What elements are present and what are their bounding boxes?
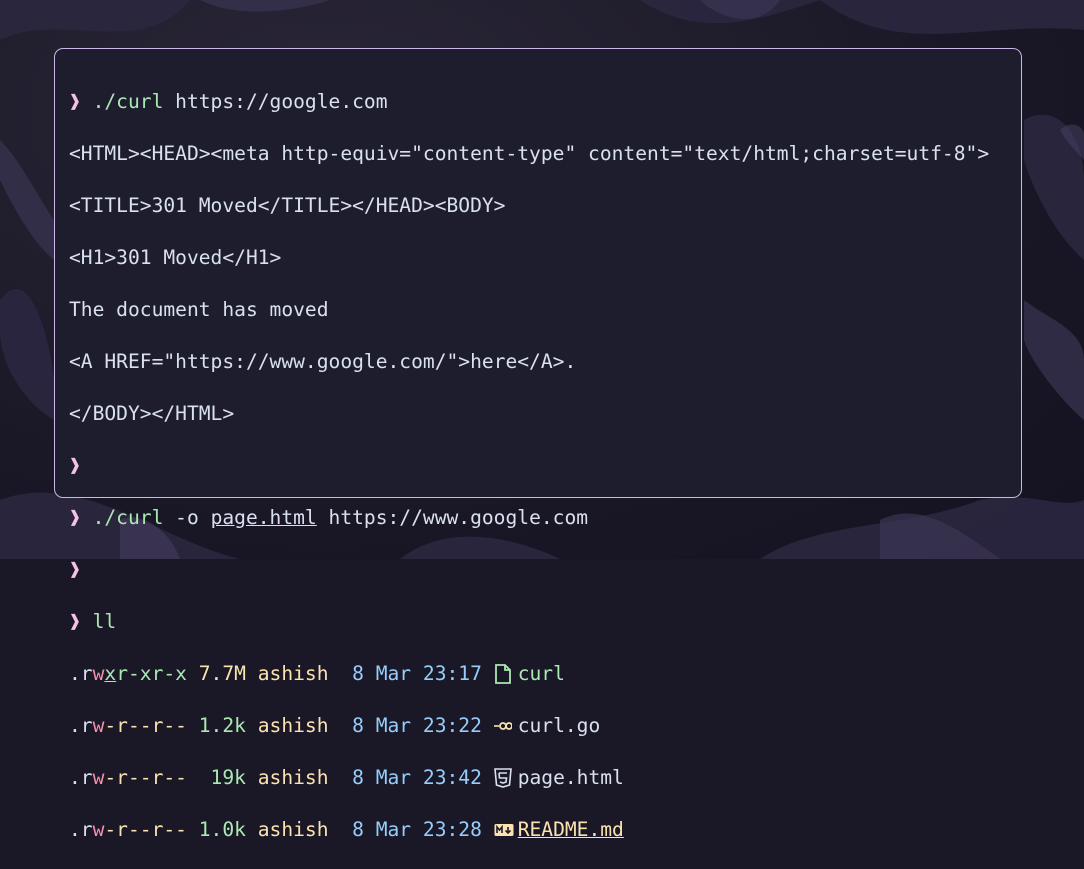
file-size-unit: M bbox=[234, 662, 246, 685]
output-line: </BODY></HTML> bbox=[69, 402, 235, 425]
file-date-day: 8 bbox=[352, 714, 364, 737]
list-item: .rwxr-xr-x 7.7M ashish 8 Mar 23:17 curl bbox=[69, 661, 1021, 687]
output-file-path[interactable]: page.html bbox=[211, 506, 317, 529]
prompt-symbol: ❱ bbox=[69, 454, 81, 477]
output-line: <TITLE>301 Moved</TITLE></HEAD><BODY> bbox=[69, 194, 506, 217]
file-date-month: Mar bbox=[375, 766, 412, 789]
file-time: 23:28 bbox=[422, 818, 482, 841]
file-date-month: Mar bbox=[375, 714, 412, 737]
list-item: .rw-r--r-- 1.0k ashish 8 Mar 23:28 READM… bbox=[69, 817, 1021, 843]
file-owner: ashish bbox=[257, 818, 329, 841]
file-owner: ashish bbox=[257, 766, 329, 789]
permission-rest: r-xr-x bbox=[116, 662, 187, 685]
permission-prefix: .r bbox=[69, 818, 93, 841]
output-line: <H1>301 Moved</H1> bbox=[69, 246, 282, 269]
output-line: <HTML><HEAD><meta http-equiv="content-ty… bbox=[69, 142, 990, 165]
terminal-line-command: ❱ ./curl -o page.html https://www.google… bbox=[69, 505, 1021, 531]
file-name[interactable]: curl bbox=[518, 662, 565, 685]
terminal-window[interactable]: ❱ ./curl https://google.com <HTML><HEAD>… bbox=[54, 48, 1022, 841]
command-name: ll bbox=[92, 610, 117, 633]
file-size: 1.2 bbox=[198, 714, 235, 737]
permission-prefix: .r bbox=[69, 714, 93, 737]
permission-prefix: .r bbox=[69, 766, 93, 789]
command-argument: https://google.com bbox=[175, 90, 388, 113]
file-size: 7.7 bbox=[198, 662, 235, 685]
go-icon bbox=[493, 716, 512, 736]
file-time: 23:17 bbox=[422, 662, 482, 685]
file-time: 23:22 bbox=[422, 714, 482, 737]
html5-icon bbox=[493, 768, 512, 788]
file-size: 1.0 bbox=[198, 818, 235, 841]
prompt-symbol: ❱ bbox=[69, 610, 81, 633]
permission-rest: -r--r-- bbox=[104, 818, 187, 841]
file-icon bbox=[494, 664, 511, 684]
prompt-symbol: ❱ bbox=[69, 90, 81, 113]
file-owner: ashish bbox=[257, 714, 329, 737]
permission-write: w bbox=[92, 662, 105, 685]
file-name[interactable]: README.md bbox=[518, 818, 624, 841]
file-size: 19 bbox=[198, 766, 235, 789]
file-name[interactable]: curl.go bbox=[518, 714, 601, 737]
list-item: .rw-r--r-- 1.2k ashish 8 Mar 23:22 curl.… bbox=[69, 713, 1021, 739]
file-date-day: 8 bbox=[352, 766, 364, 789]
command-flag: -o bbox=[175, 506, 199, 529]
terminal-line-empty-prompt: ❱ bbox=[69, 557, 1021, 583]
prompt-symbol: ❱ bbox=[69, 558, 81, 581]
file-owner: ashish bbox=[257, 662, 329, 685]
file-date-day: 8 bbox=[352, 818, 364, 841]
permission-rest: -r--r-- bbox=[104, 766, 187, 789]
markdown-icon bbox=[494, 820, 514, 840]
file-date-month: Mar bbox=[375, 662, 412, 685]
permission-rest: -r--r-- bbox=[104, 714, 187, 737]
file-size-unit: k bbox=[234, 766, 246, 789]
file-size-unit: k bbox=[234, 714, 246, 737]
permission-write: w bbox=[92, 766, 105, 789]
permission-write: w bbox=[92, 714, 105, 737]
terminal-line-command: ❱ ll bbox=[69, 609, 1021, 635]
file-date-month: Mar bbox=[375, 818, 412, 841]
command-name: ./curl bbox=[92, 506, 164, 529]
command-name: ./curl bbox=[92, 90, 164, 113]
terminal-line-empty-prompt: ❱ bbox=[69, 453, 1021, 479]
permission-prefix: .r bbox=[69, 662, 93, 685]
file-time: 23:42 bbox=[422, 766, 482, 789]
file-name[interactable]: page.html bbox=[518, 766, 624, 789]
permission-write: w bbox=[92, 818, 105, 841]
output-line: The document has moved bbox=[69, 298, 329, 321]
output-line: <A HREF="https://www.google.com/">here</… bbox=[69, 350, 577, 373]
file-date-day: 8 bbox=[352, 662, 364, 685]
list-item: .rw-r--r-- 19k ashish 8 Mar 23:42 page.h… bbox=[69, 765, 1021, 791]
file-size-unit: k bbox=[234, 818, 246, 841]
terminal-line-command: ❱ ./curl https://google.com bbox=[69, 89, 1021, 115]
command-argument: https://www.google.com bbox=[328, 506, 589, 529]
prompt-symbol: ❱ bbox=[69, 506, 81, 529]
permission-exec: x bbox=[104, 662, 117, 685]
